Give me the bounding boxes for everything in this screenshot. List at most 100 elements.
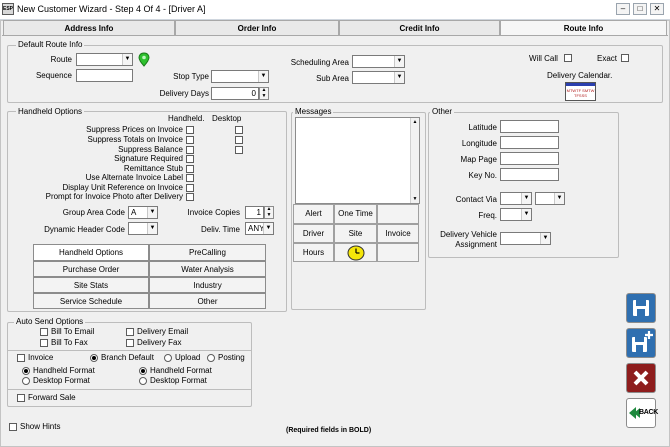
driver-button[interactable]: Driver [293,224,334,243]
messages-title: Messages [293,107,334,116]
maximize-button[interactable]: □ [633,3,647,15]
calendar-icon-text: MTWTF SMTWTFSSS [566,88,595,98]
tab-credit-info[interactable]: Credit Info [339,20,500,36]
key-no-input[interactable] [500,168,559,181]
contact-via-select[interactable]: ▼ [500,192,532,205]
required-fields-note: (Required fields in BOLD) [286,427,372,434]
invoice-copies-spinner[interactable]: ▲ ▼ [264,206,274,219]
other-button[interactable]: Other [149,293,266,309]
deliv-time-select[interactable]: ANY ▼ [245,222,274,235]
hours-button[interactable]: Hours [293,243,334,262]
desktop-format-radio[interactable] [22,377,30,385]
purchase-order-button[interactable]: Purchase Order [33,261,149,277]
divider [8,350,251,351]
latitude-input[interactable] [500,120,559,133]
sub-area-select[interactable]: ▼ [352,71,405,84]
delivery-days-input[interactable]: 0 [211,87,259,100]
scroll-down-icon[interactable]: ▼ [411,195,419,203]
handheld-checkbox[interactable] [186,193,194,201]
option-label: Signature Required [114,154,183,163]
handheld-checkbox[interactable] [186,174,194,182]
sequence-input[interactable] [76,69,133,82]
forward-sale-checkbox[interactable] [17,394,25,402]
precalling-button[interactable]: PreCalling [149,244,266,261]
industry-button[interactable]: Industry [149,277,266,293]
desktop-format-label: Desktop Format [33,376,90,385]
scroll-up-icon[interactable]: ▲ [411,118,419,126]
default-route-title: Default Route Info [16,40,85,49]
minimize-button[interactable]: – [616,3,630,15]
scrollbar[interactable]: ▲ ▼ [410,118,419,203]
map-page-input[interactable] [500,152,559,165]
exact-checkbox[interactable] [621,54,629,62]
delivery-email-checkbox[interactable] [126,328,134,336]
tab-order-info[interactable]: Order Info [175,20,339,36]
message-cell-empty [377,243,419,262]
other-title: Other [430,107,455,116]
chevron-down-icon: ▼ [263,223,273,234]
invoice-message-button[interactable]: Invoice [377,224,419,243]
tab-address-info[interactable]: Address Info [3,20,175,36]
messages-textarea[interactable]: ▲ ▼ [295,117,420,204]
will-call-checkbox[interactable] [564,54,572,62]
invoice-checkbox[interactable] [17,354,25,362]
branch-default-radio[interactable] [90,354,98,362]
save-and-new-button[interactable] [626,328,656,358]
scheduling-area-select[interactable]: ▼ [352,55,405,68]
bill-to-email-label: Bill To Email [51,327,95,336]
delivery-fax-checkbox[interactable] [126,339,134,347]
save-button[interactable] [626,293,656,323]
calendar-icon[interactable]: MTWTF SMTWTFSSS [565,82,596,101]
freq-select[interactable]: ▼ [500,208,532,221]
stop-type-select[interactable]: ▼ [211,70,269,83]
desktop-format-radio-2[interactable] [139,377,147,385]
contact-via-secondary-select[interactable]: ▼ [535,192,565,205]
desktop-checkbox[interactable] [235,136,243,144]
map-pin-icon[interactable] [138,52,150,68]
water-analysis-button[interactable]: Water Analysis [149,261,266,277]
desktop-checkbox[interactable] [235,146,243,154]
group-area-code-label: Group Area Code [62,208,125,217]
back-button[interactable]: BACK [626,398,658,428]
bill-to-fax-checkbox[interactable] [40,339,48,347]
delivery-fax-label: Delivery Fax [137,338,182,347]
handheld-options-button[interactable]: Handheld Options [33,244,149,261]
site-button[interactable]: Site [334,224,377,243]
service-schedule-button[interactable]: Service Schedule [33,293,149,309]
alert-button[interactable]: Alert [293,204,334,224]
tab-route-info[interactable]: Route Info [500,20,667,36]
delivery-days-spinner[interactable]: ▲ ▼ [259,87,269,100]
upload-label: Upload [175,353,201,362]
cancel-button[interactable] [626,363,656,393]
handheld-format-radio-2[interactable] [139,367,147,375]
hours-clock-cell[interactable] [334,243,377,262]
vehicle-assignment-select[interactable]: ▼ [500,232,551,245]
group-area-code-select[interactable]: A ▼ [128,206,158,219]
exact-label: Exact [597,54,618,63]
site-stats-button[interactable]: Site Stats [33,277,149,293]
one-time-button[interactable]: One Time [334,204,377,224]
handheld-checkbox[interactable] [186,165,194,173]
desktop-checkbox[interactable] [235,126,243,134]
handheld-checkbox[interactable] [186,184,194,192]
latitude-label: Latitude [468,123,497,132]
chevron-down-icon: ▼ [554,193,564,204]
show-hints-checkbox[interactable] [9,423,17,431]
close-button[interactable]: ✕ [650,3,664,15]
handheld-format-radio[interactable] [22,367,30,375]
route-select[interactable]: ▼ [76,53,133,66]
handheld-checkbox[interactable] [186,155,194,163]
forward-sale-label: Forward Sale [28,393,76,402]
dynamic-header-code-select[interactable]: ▼ [128,222,158,235]
handheld-checkbox[interactable] [186,136,194,144]
upload-radio[interactable] [164,354,172,362]
bill-to-email-checkbox[interactable] [40,328,48,336]
posting-radio[interactable] [207,354,215,362]
invoice-copies-input[interactable]: 1 [245,206,264,219]
handheld-checkbox[interactable] [186,146,194,154]
desktop-format-label-2: Desktop Format [150,376,207,385]
delivery-calendar-label: Delivery Calendar. [547,71,613,80]
chevron-down-icon: ▼ [122,54,132,65]
longitude-input[interactable] [500,136,559,149]
handheld-checkbox[interactable] [186,126,194,134]
